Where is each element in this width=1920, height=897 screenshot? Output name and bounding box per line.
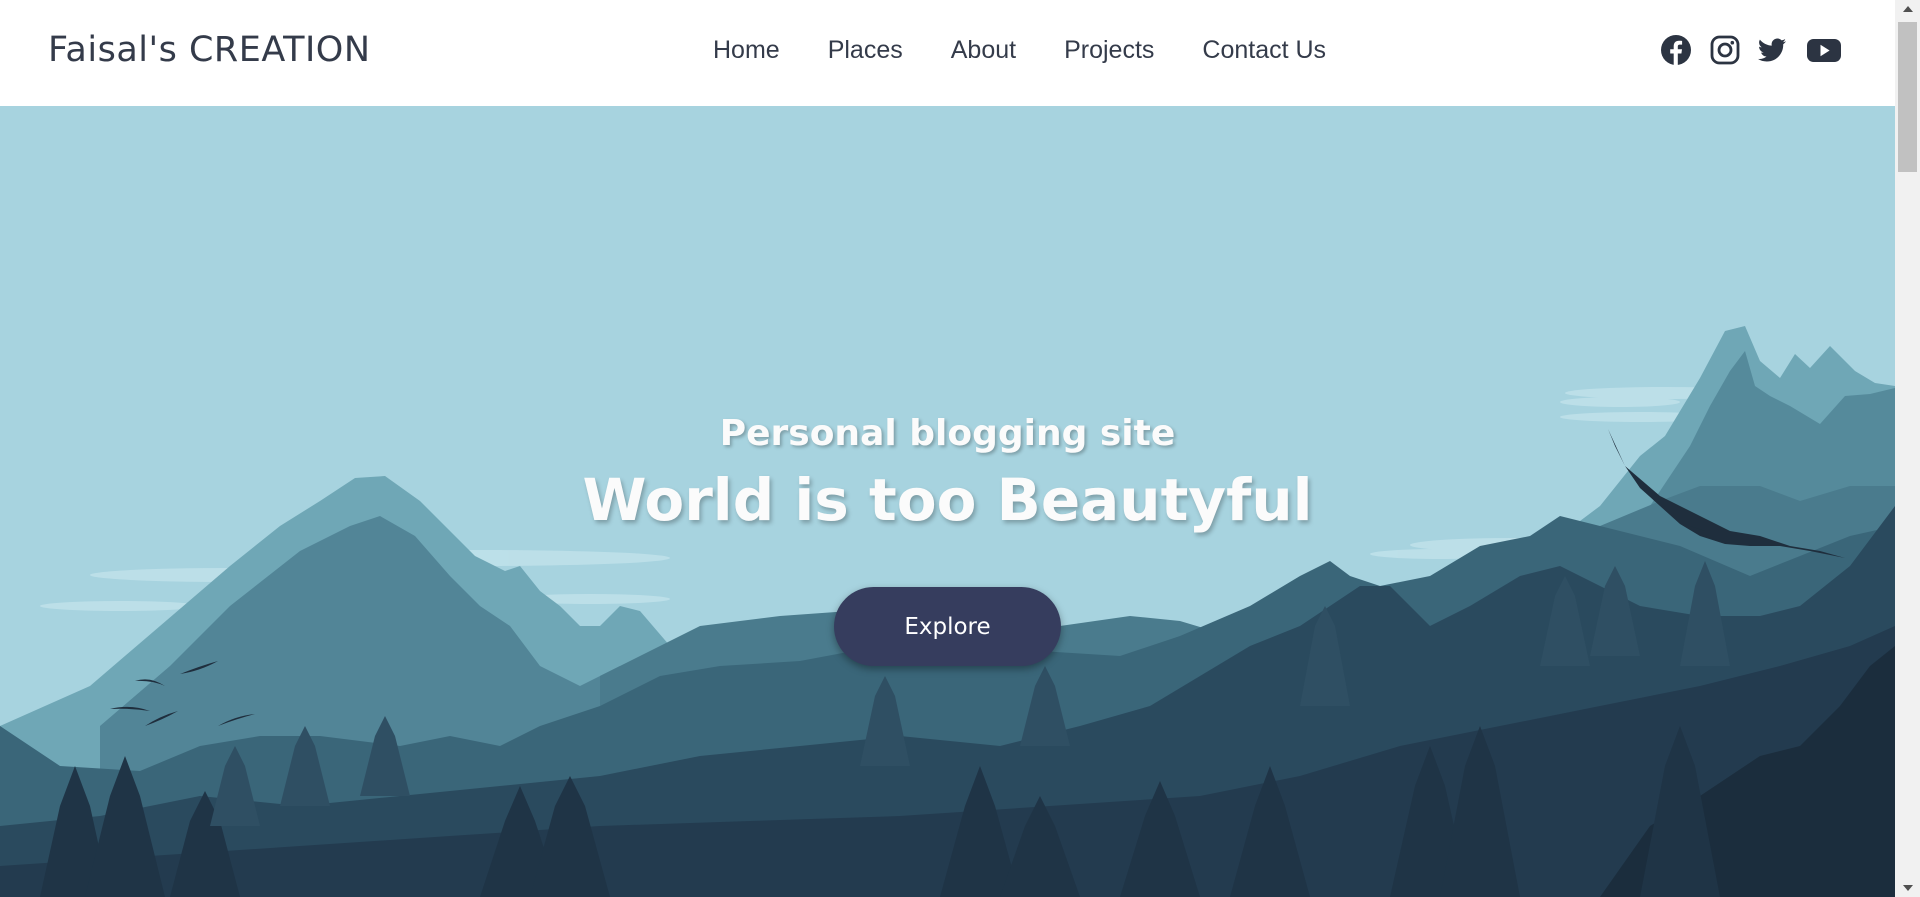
scroll-up-arrow-icon[interactable]	[1903, 6, 1913, 12]
nav-link-about[interactable]: About	[951, 36, 1016, 65]
nav-link-places[interactable]: Places	[828, 36, 903, 65]
nav-link-projects[interactable]: Projects	[1064, 36, 1154, 65]
brand-logo[interactable]: Faisal's CREATION	[48, 30, 371, 70]
facebook-icon[interactable]	[1660, 34, 1692, 66]
hero-title: World is too Beautyful	[582, 466, 1313, 534]
scroll-down-arrow-icon[interactable]	[1903, 885, 1913, 891]
explore-button[interactable]: Explore	[834, 587, 1061, 666]
scrollbar-thumb[interactable]	[1898, 22, 1917, 172]
twitter-icon[interactable]	[1756, 34, 1788, 66]
navbar: Faisal's CREATION Home Places About Proj…	[0, 0, 1895, 106]
hero-banner: Personal blogging site World is too Beau…	[0, 106, 1895, 897]
youtube-icon[interactable]	[1806, 34, 1842, 66]
instagram-icon[interactable]	[1709, 34, 1741, 66]
nav-links: Home Places About Projects Contact Us	[713, 36, 1374, 65]
nav-link-home[interactable]: Home	[713, 36, 780, 65]
hero-subtitle: Personal blogging site	[719, 413, 1176, 454]
nav-link-contact[interactable]: Contact Us	[1202, 36, 1326, 65]
